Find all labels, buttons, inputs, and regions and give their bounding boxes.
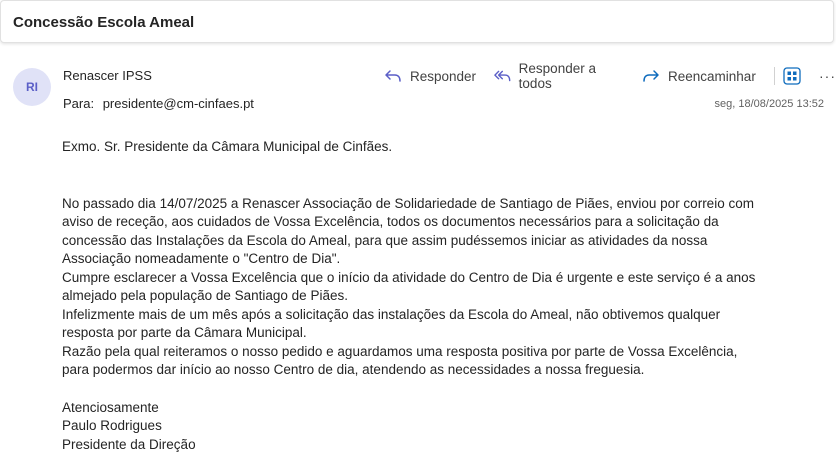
signature-title: Presidente da Direção xyxy=(62,436,196,452)
body-line: para podermos dar início ao nosso Centro… xyxy=(62,362,645,377)
body-line: Associação nomeadamente o "Centro de Dia… xyxy=(62,251,341,266)
reply-all-icon xyxy=(494,70,511,82)
message-date: seg, 18/08/2025 13:52 xyxy=(714,98,824,110)
forward-icon xyxy=(643,70,659,82)
signature-closing: Atenciosamente xyxy=(62,399,159,415)
body-line: concessão das Instalações da Escola do A… xyxy=(62,232,708,248)
message-actions: Responder Responder a todos Reencaminhar… xyxy=(384,61,836,91)
body-line: aviso de receção, aos cuidados de Vossa … xyxy=(62,214,719,229)
email-subject: Concessão Escola Ameal xyxy=(13,14,195,31)
body-line: Infelizmente mais de um mês após a solic… xyxy=(62,306,721,322)
sender-avatar[interactable]: RI xyxy=(13,68,51,106)
grid-apps-icon xyxy=(783,67,801,85)
body-line: resposta por parte da Câmara Municipal. xyxy=(62,325,307,340)
reply-all-button[interactable]: Responder a todos xyxy=(494,61,624,91)
reply-icon xyxy=(385,70,401,82)
signature-name: Paulo Rodrigues xyxy=(62,418,162,433)
reply-label: Responder xyxy=(410,68,477,84)
subject-bar: Concessão Escola Ameal xyxy=(0,0,834,43)
action-separator xyxy=(773,67,775,85)
body-line: Razão pela qual reiteramos o nosso pedid… xyxy=(62,343,738,359)
body-line: No passado dia 14/07/2025 a Renascer Ass… xyxy=(62,195,754,211)
recipient-address[interactable]: presidente@cm-cinfaes.pt xyxy=(103,96,254,111)
message-body: Exmo. Sr. Presidente da Câmara Municipal… xyxy=(62,138,822,454)
forward-label: Reencaminhar xyxy=(668,68,756,84)
forward-button[interactable]: Reencaminhar xyxy=(642,69,756,84)
body-line: Cumpre esclarecer a Vossa Excelência que… xyxy=(62,269,756,285)
body-line: almejado pela população de Santiago de P… xyxy=(62,288,348,303)
more-options-button[interactable]: ··· xyxy=(819,68,836,84)
reply-button[interactable]: Responder xyxy=(384,69,476,84)
greeting: Exmo. Sr. Presidente da Câmara Municipal… xyxy=(62,139,393,154)
recipient-row: Para: presidente@cm-cinfaes.pt xyxy=(63,96,254,111)
sender-name[interactable]: Renascer IPSS xyxy=(63,68,152,83)
reply-all-label: Responder a todos xyxy=(518,61,596,91)
apps-button[interactable] xyxy=(781,65,803,87)
to-label: Para: xyxy=(63,96,95,111)
